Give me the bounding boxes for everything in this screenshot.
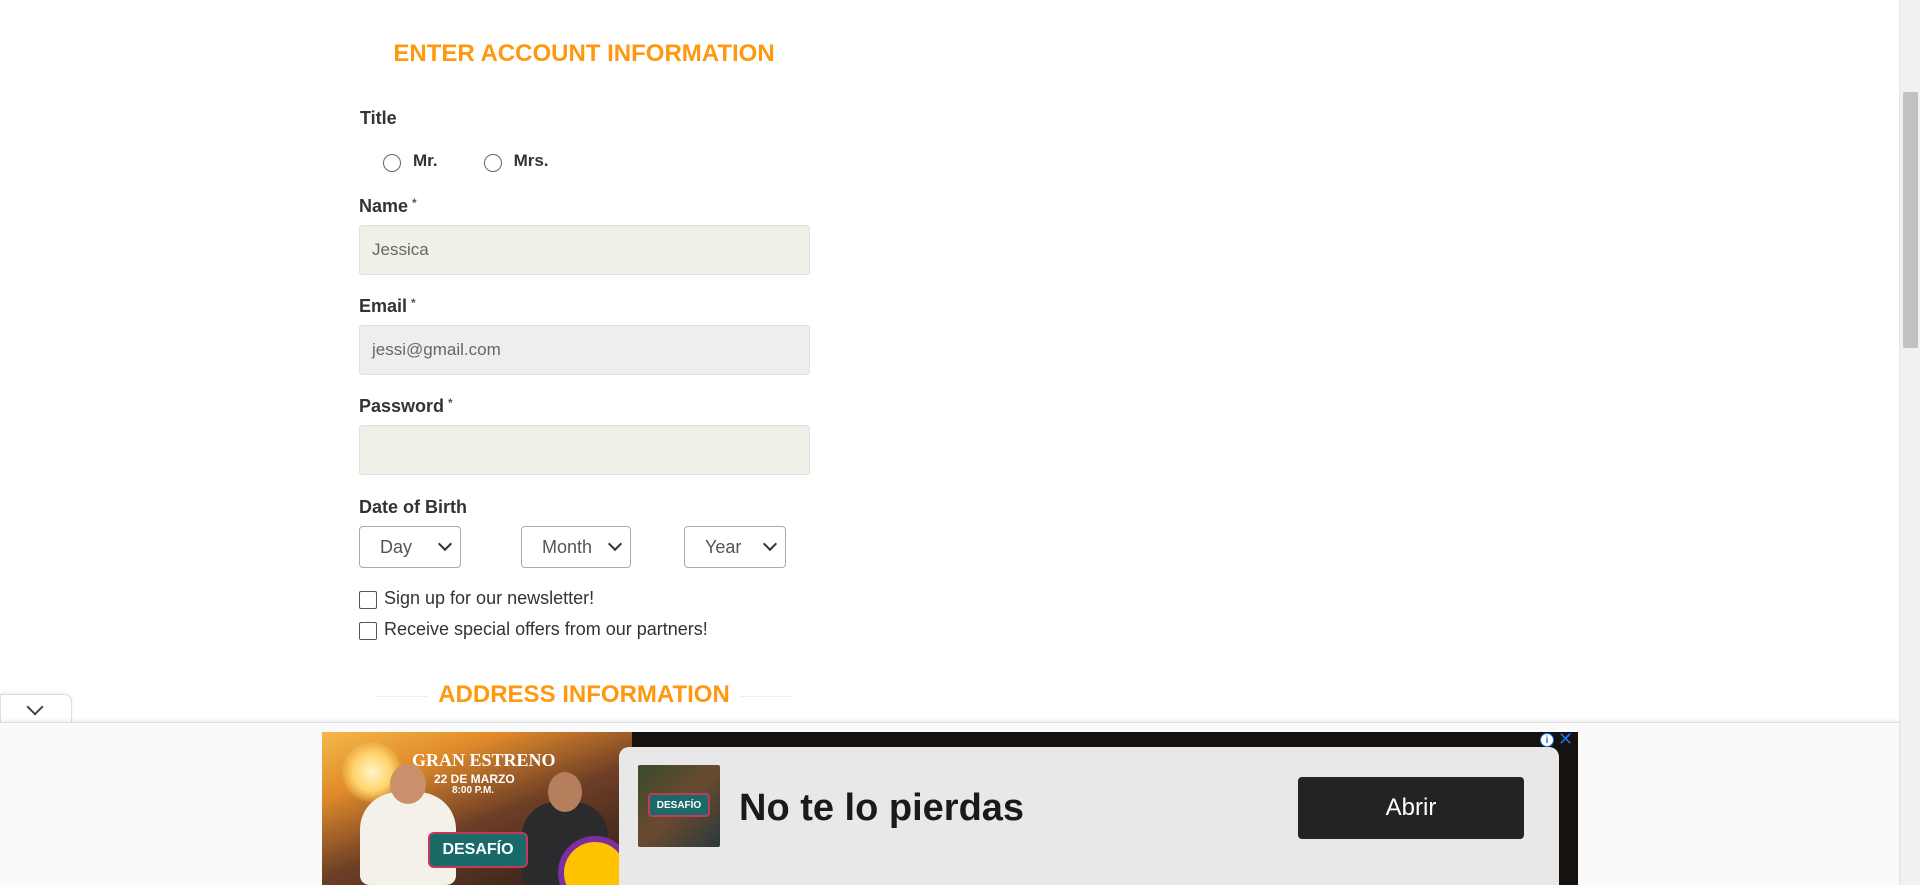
ad-info-icon[interactable]: i	[1540, 733, 1554, 747]
address-heading-block: ADDRESS INFORMATION	[376, 672, 792, 712]
newsletter-checkbox[interactable]	[359, 591, 377, 609]
ad-thumbnail-logo: DESAFÍO	[648, 793, 710, 817]
email-input[interactable]: jessi@gmail.com	[359, 325, 810, 375]
offers-label[interactable]: Receive special offers from our partners…	[384, 619, 708, 640]
ad-person-right-head	[548, 772, 582, 812]
ad-promo-image[interactable]: GRAN ESTRENO 22 DE MARZO 8:00 P.M. DESAF…	[322, 732, 632, 885]
ad-headline[interactable]: No te lo pierdas	[739, 787, 1024, 830]
dob-year-value: Year	[705, 536, 742, 557]
signup-page: ENTER ACCOUNT INFORMATION Title Mr. Mrs.…	[0, 0, 1920, 885]
newsletter-label[interactable]: Sign up for our newsletter!	[384, 588, 594, 609]
password-input[interactable]	[359, 425, 810, 475]
ad-close-icon[interactable]: ✕	[1558, 730, 1573, 748]
title-label: Title	[360, 108, 397, 128]
dob-month-value: Month	[542, 536, 593, 557]
offers-checkbox[interactable]	[359, 622, 377, 640]
dob-year-select[interactable]: Year	[684, 526, 786, 568]
title-radio-group: Mr. Mrs.	[383, 150, 595, 172]
password-label-text: Password	[359, 396, 445, 416]
ad-show-logo: DESAFÍO	[428, 832, 528, 868]
address-heading-container: ADDRESS INFORMATION	[376, 681, 792, 709]
name-input[interactable]: Jessica	[359, 225, 810, 275]
name-label-text: Name	[359, 196, 409, 216]
email-required-marker: *	[411, 296, 416, 310]
name-label: Name *	[359, 196, 417, 217]
title-mr-radio[interactable]	[383, 154, 401, 172]
date-of-birth-label: Date of Birth	[359, 497, 467, 517]
chevron-down-icon	[437, 536, 453, 552]
title-mrs-label[interactable]: Mrs.	[514, 151, 549, 171]
name-required-marker: *	[412, 196, 417, 210]
offers-option: Receive special offers from our partners…	[359, 619, 708, 640]
password-label: Password *	[359, 396, 453, 417]
password-required-marker: *	[448, 396, 453, 410]
chevron-down-icon	[607, 536, 623, 552]
dob-month-select[interactable]: Month	[521, 526, 631, 568]
ad-thumbnail[interactable]: DESAFÍO	[638, 765, 720, 847]
dob-day-select[interactable]: Day	[359, 526, 461, 568]
ad-image-time: 8:00 P.M.	[452, 785, 495, 796]
ad-collapse-tab[interactable]	[0, 694, 72, 723]
page-scrollbar[interactable]	[1899, 0, 1920, 885]
chevron-down-icon	[26, 698, 44, 716]
account-info-heading: ENTER ACCOUNT INFORMATION	[393, 40, 775, 67]
dob-day-value: Day	[380, 536, 413, 557]
ad-banner[interactable]: GRAN ESTRENO 22 DE MARZO 8:00 P.M. DESAF…	[322, 732, 1578, 885]
chevron-down-icon	[762, 536, 778, 552]
ad-image-title: GRAN ESTRENO	[412, 750, 556, 770]
account-information-form: ENTER ACCOUNT INFORMATION Title Mr. Mrs.…	[358, 0, 810, 708]
title-mrs-radio[interactable]	[483, 154, 502, 172]
title-mr-label[interactable]: Mr.	[413, 151, 438, 171]
scrollbar-thumb[interactable]	[1903, 92, 1918, 348]
ad-image-date: 22 DE MARZO	[434, 772, 515, 786]
email-label: Email *	[359, 296, 416, 317]
newsletter-option: Sign up for our newsletter!	[359, 588, 594, 609]
ad-open-button[interactable]: Abrir	[1298, 777, 1524, 839]
address-info-heading: ADDRESS INFORMATION	[428, 681, 740, 708]
ad-card[interactable]: DESAFÍO No te lo pierdas Abrir	[619, 747, 1559, 885]
email-label-text: Email	[359, 296, 408, 316]
ad-person-left-head	[390, 764, 426, 804]
